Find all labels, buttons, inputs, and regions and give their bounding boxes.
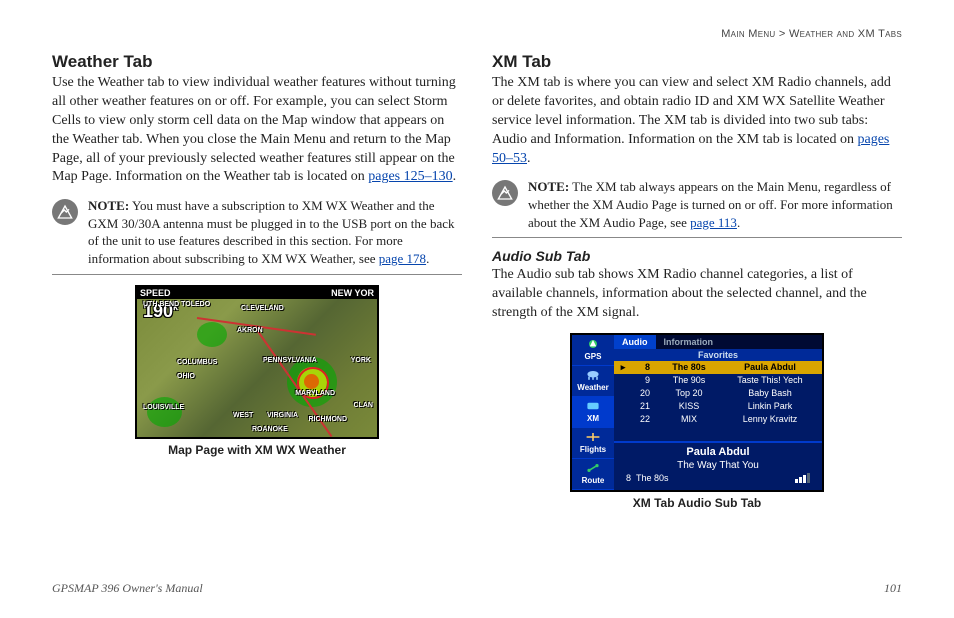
xm-screen-figure: GPS Weather XM Flights: [492, 333, 902, 510]
audio-sub-tab-paragraph: The Audio sub tab shows XM Radio channel…: [492, 266, 902, 323]
breadcrumb-left: Main Menu: [721, 28, 775, 40]
link-page-113[interactable]: page 113: [690, 215, 737, 230]
left-column: Weather Tab Use the Weather tab to view …: [52, 46, 462, 514]
map-top-left: SPEED: [140, 288, 171, 298]
note-label: NOTE:: [88, 198, 129, 213]
signal-strength-icon: [795, 473, 810, 483]
xm-side-weather[interactable]: Weather: [572, 366, 614, 397]
note-icon: [52, 199, 78, 225]
footer-page-number: 101: [884, 581, 902, 596]
xm-row[interactable]: 22MIXLenny Kravitz: [614, 413, 822, 426]
weather-map-caption: Map Page with XM WX Weather: [52, 443, 462, 457]
map-top-right: NEW YOR: [331, 288, 374, 298]
weather-note-block: NOTE: You must have a subscription to XM…: [52, 197, 462, 274]
note-icon: [492, 180, 518, 206]
breadcrumb: Main Menu > Weather and XM Tabs: [52, 28, 902, 40]
xm-favorites-header: Favorites: [614, 349, 822, 361]
xm-side-xm[interactable]: XM: [572, 397, 614, 428]
xm-side-route[interactable]: Route: [572, 459, 614, 490]
xm-tab-audio[interactable]: Audio: [614, 335, 656, 349]
weather-tab-paragraph: Use the Weather tab to view individual w…: [52, 74, 462, 187]
link-page-178[interactable]: page 178: [379, 251, 426, 266]
xm-sidebar: GPS Weather XM Flights: [572, 335, 614, 490]
xm-tab-heading: XM Tab: [492, 52, 902, 72]
xm-side-flights[interactable]: Flights: [572, 428, 614, 459]
xm-note-text: NOTE: The XM tab always appears on the M…: [528, 178, 902, 231]
xm-channel-list: ▸8The 80sPaula Abdul 9The 90sTaste This!…: [614, 361, 822, 441]
right-column: XM Tab The XM tab is where you can view …: [492, 46, 902, 514]
page-footer: GPSMAP 396 Owner's Manual 101: [52, 581, 902, 596]
xm-note-block: NOTE: The XM tab always appears on the M…: [492, 178, 902, 238]
xm-side-gps[interactable]: GPS: [572, 335, 614, 366]
xm-main-panel: Audio Information Favorites ▸8The 80sPau…: [614, 335, 822, 490]
breadcrumb-right: Weather and XM Tabs: [789, 28, 902, 40]
weather-tab-heading: Weather Tab: [52, 52, 462, 72]
footer-manual-title: GPSMAP 396 Owner's Manual: [52, 581, 203, 596]
xm-row[interactable]: 9The 90sTaste This! Yech: [614, 374, 822, 387]
xm-tab-information[interactable]: Information: [656, 335, 722, 349]
xm-screen-caption: XM Tab Audio Sub Tab: [492, 496, 902, 510]
weather-map-figure: SPEED NEW YOR 190k UTH BEND TOLEDO: [52, 285, 462, 457]
xm-tab-paragraph: The XM tab is where you can view and sel…: [492, 74, 902, 168]
note-label: NOTE:: [528, 179, 569, 194]
audio-sub-tab-heading: Audio Sub Tab: [492, 248, 902, 264]
link-pages-125-130[interactable]: pages 125–130: [368, 169, 452, 184]
weather-note-text: NOTE: You must have a subscription to XM…: [88, 197, 462, 267]
xm-row-selected[interactable]: ▸8The 80sPaula Abdul: [614, 361, 822, 374]
weather-map-image: SPEED NEW YOR 190k UTH BEND TOLEDO: [135, 285, 379, 439]
xm-row[interactable]: 20Top 20Baby Bash: [614, 387, 822, 400]
breadcrumb-sep: >: [779, 28, 786, 40]
xm-now-playing: Paula Abdul The Way That You 8 The 80s: [614, 441, 822, 490]
xm-row[interactable]: 21KISSLinkin Park: [614, 400, 822, 413]
xm-screen-image: GPS Weather XM Flights: [570, 333, 824, 492]
